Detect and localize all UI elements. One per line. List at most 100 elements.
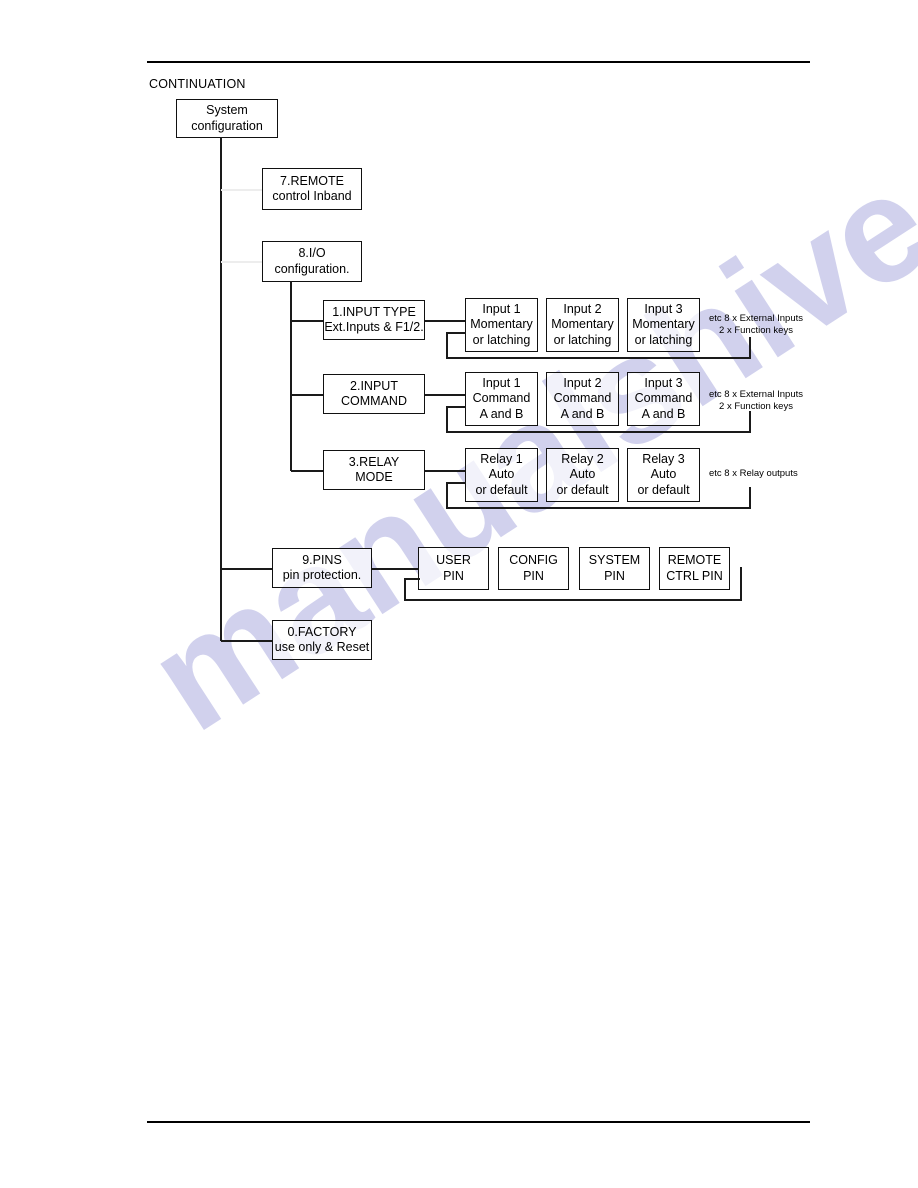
node-line-1: Relay 2 [561, 452, 604, 467]
io-subtrunk-stub-1 [291, 320, 324, 322]
node-line-2: Auto [488, 467, 515, 482]
node-config-pin: CONFIG PIN [498, 547, 569, 590]
node-system-pin: SYSTEM PIN [579, 547, 650, 590]
node-line-1: REMOTE [667, 553, 722, 568]
node-line-2: Momentary [470, 317, 533, 332]
connector-io [221, 261, 263, 263]
node-line-1: 1.INPUT TYPE [332, 304, 416, 319]
note-line-2: 2 x Function keys [719, 325, 793, 337]
node-line-2: Auto [569, 467, 596, 482]
loopback-bottom-input-command [446, 431, 751, 433]
node-remote-ctrl-pin: REMOTE CTRL PIN [659, 547, 730, 590]
node-pins: 9.PINS pin protection. [272, 548, 372, 588]
note-line-1: etc 8 x Relay outputs [709, 468, 798, 479]
loopback-right-input-command [749, 411, 751, 432]
loopback-left-relay [446, 482, 448, 508]
node-line-2: configuration [191, 118, 263, 133]
node-line-3: or latching [472, 332, 531, 347]
loopback-right-pins [740, 567, 742, 600]
node-input-3-momentary: Input 3 Momentary or latching [627, 298, 700, 352]
loopback-stub-pins [404, 578, 420, 580]
note-input-type: etc 8 x External Inputs 2 x Function key… [709, 313, 803, 338]
node-line-1: Input 2 [563, 302, 602, 317]
note-relay-mode: etc 8 x Relay outputs [709, 468, 798, 480]
node-line-1: 8.I/O [298, 246, 326, 261]
node-relay-1: Relay 1 Auto or default [465, 448, 538, 502]
loopback-stub-relay [446, 482, 466, 484]
loopback-left-input-command [446, 406, 448, 432]
io-subtrunk-stub-2 [291, 394, 324, 396]
node-line-2: Momentary [632, 317, 695, 332]
node-line-3: or default [475, 482, 528, 497]
connector-relay-mode-to-items [425, 470, 466, 472]
node-line-1: Input 1 [482, 376, 521, 391]
node-line-3: or default [637, 482, 690, 497]
node-line-1: Relay 3 [642, 452, 685, 467]
trunk-vertical [220, 137, 222, 641]
node-line-2: COMMAND [341, 394, 407, 408]
node-line-1: Relay 1 [480, 452, 523, 467]
node-relay-3: Relay 3 Auto or default [627, 448, 700, 502]
node-line-2: pin protection. [282, 568, 362, 582]
connector-remote [221, 189, 263, 191]
node-system-configuration: System configuration [176, 99, 278, 138]
node-line-2: Command [553, 391, 612, 406]
node-input-3-command: Input 3 Command A and B [627, 372, 700, 426]
node-line-2: configuration. [274, 261, 350, 276]
io-subtrunk-stub-3 [291, 470, 324, 472]
connector-pins [221, 568, 273, 570]
loopback-bottom-pins [404, 599, 742, 601]
node-line-2: Command [634, 391, 693, 406]
node-io-configuration: 8.I/O configuration. [262, 241, 362, 282]
node-input-1-command: Input 1 Command A and B [465, 372, 538, 426]
node-line-1: 0.FACTORY [287, 624, 357, 639]
node-factory: 0.FACTORY use only & Reset [272, 620, 372, 660]
node-line-1: 7.REMOTE [280, 173, 344, 188]
node-line-1: Input 3 [644, 302, 683, 317]
node-line-2: use only & Reset [274, 640, 370, 654]
node-line-3: or default [556, 482, 609, 497]
loopback-right-input-type [749, 337, 751, 358]
connector-input-type-to-items [425, 320, 466, 322]
node-line-3: A and B [479, 406, 524, 421]
node-line-2: Command [472, 391, 531, 406]
node-line-3: A and B [641, 406, 686, 421]
node-line-2: PIN [523, 568, 544, 583]
node-line-1: Input 2 [563, 376, 602, 391]
node-line-3: or latching [553, 332, 612, 347]
node-line-1: 2.INPUT [350, 378, 398, 393]
loopback-left-input-type [446, 332, 448, 358]
loopback-right-relay [749, 487, 751, 508]
node-line-2: Ext.Inputs & F1/2. [324, 320, 424, 334]
node-line-2: Auto [650, 467, 677, 482]
loopback-stub-input-type [446, 332, 466, 334]
note-line-1: etc 8 x External Inputs [709, 389, 803, 400]
node-user-pin: USER PIN [418, 547, 489, 590]
note-line-2: 2 x Function keys [719, 401, 793, 413]
node-line-2: PIN [604, 568, 625, 583]
node-line-1: CONFIG [509, 553, 558, 568]
page: manualshive.com CONTINUATION System conf… [0, 0, 918, 1188]
node-line-2: control Inband [272, 189, 352, 203]
node-line-1: Input 3 [644, 376, 683, 391]
node-input-type: 1.INPUT TYPE Ext.Inputs & F1/2. [323, 300, 425, 340]
node-line-2: Momentary [551, 317, 614, 332]
connector-pins-to-items [372, 568, 419, 570]
node-line-1: 3.RELAY [348, 454, 400, 469]
node-line-1: 9.PINS [302, 552, 342, 567]
node-line-2: MODE [355, 470, 393, 484]
node-input-command: 2.INPUT COMMAND [323, 374, 425, 414]
node-line-3: or latching [634, 332, 693, 347]
node-remote-control: 7.REMOTE control Inband [262, 168, 362, 210]
node-line-1: SYSTEM [588, 553, 641, 568]
io-subtrunk-vertical [290, 281, 292, 471]
node-line-1: System [206, 103, 248, 118]
node-line-2: PIN [443, 568, 464, 583]
connector-input-command-to-items [425, 394, 466, 396]
node-input-2-momentary: Input 2 Momentary or latching [546, 298, 619, 352]
loopback-bottom-relay [446, 507, 751, 509]
node-relay-2: Relay 2 Auto or default [546, 448, 619, 502]
node-line-2: CTRL PIN [666, 568, 723, 583]
menu-tree-diagram: System configuration 7.REMOTE control In… [0, 0, 918, 1188]
note-input-command: etc 8 x External Inputs 2 x Function key… [709, 389, 803, 414]
